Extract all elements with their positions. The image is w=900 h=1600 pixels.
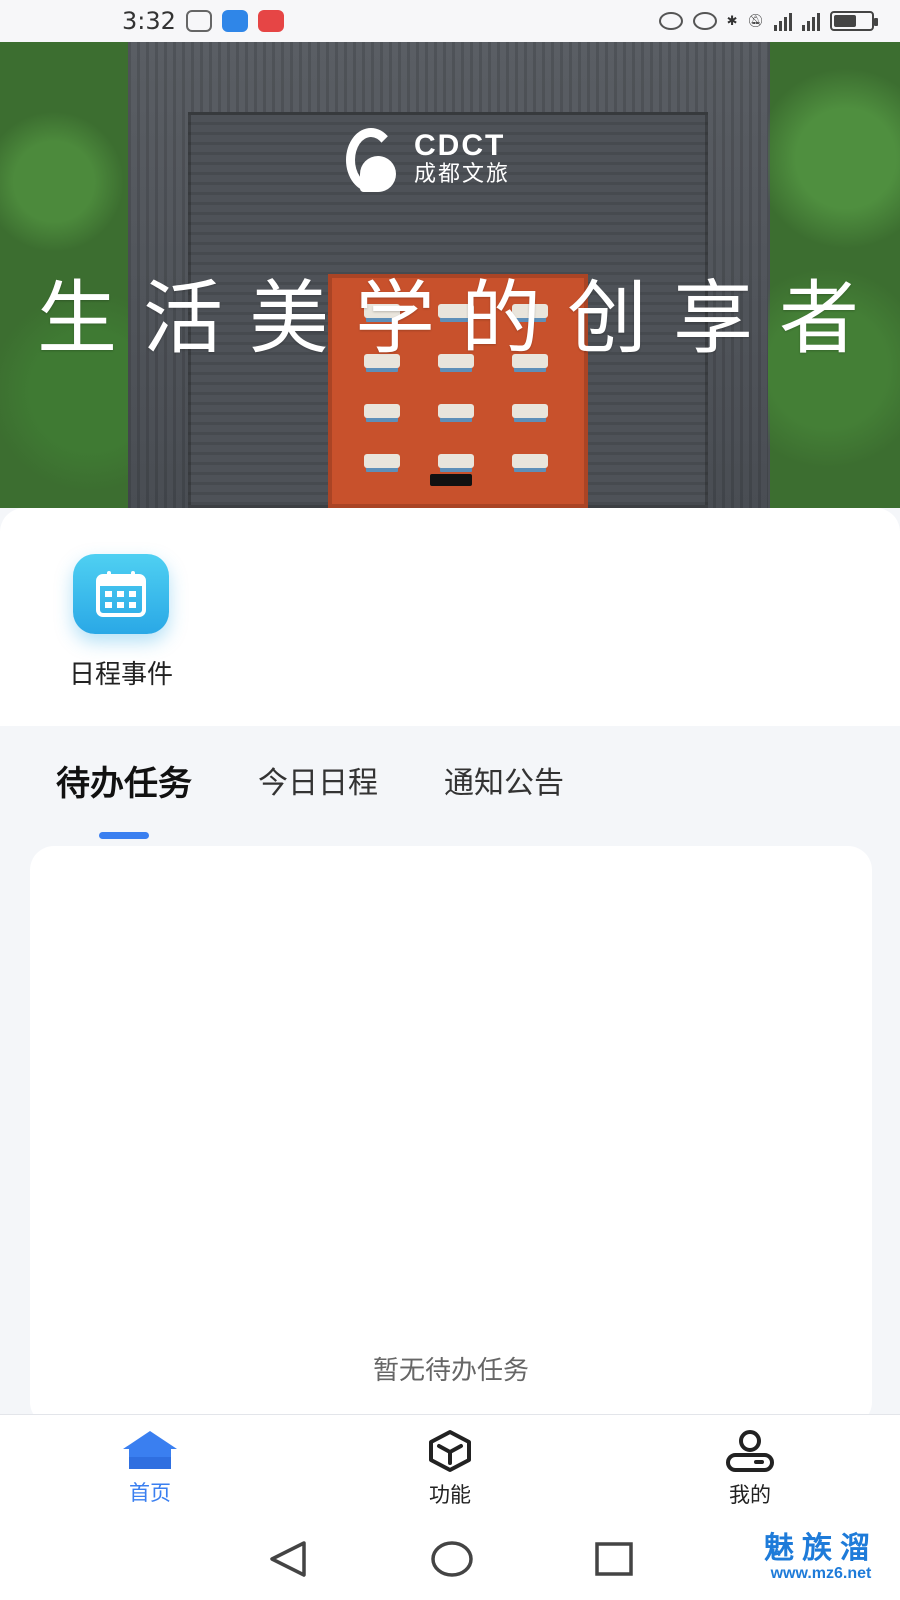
quick-apps: 日程事件 [0, 508, 900, 726]
nav-mine[interactable]: 我的 [600, 1415, 900, 1518]
banner-detail [364, 404, 400, 418]
watermark-url: www.mz6.net [770, 1565, 872, 1582]
status-right: ✱ 🔕︎ [658, 11, 878, 31]
calendar-icon [73, 554, 169, 634]
carousel-indicator [430, 474, 472, 486]
tab-notices-label: 通知公告 [444, 766, 564, 801]
quick-app-schedule[interactable]: 日程事件 [56, 554, 186, 691]
nav-functions[interactable]: 功能 [300, 1415, 600, 1518]
nav-mine-label: 我的 [729, 1483, 771, 1507]
banner-detail [512, 454, 548, 468]
reader-notification-icon [257, 10, 284, 32]
logo-name: CDCT [414, 129, 506, 162]
cube-icon [429, 1430, 471, 1472]
hero-banner[interactable]: CDCT 成都文旅 生活美学的创享者 [0, 42, 900, 508]
banner-detail [512, 404, 548, 418]
tab-today-schedule[interactable]: 今日日程 [258, 758, 378, 810]
status-left: 3:32 [122, 7, 284, 35]
tab-active-indicator [99, 831, 149, 839]
bottom-nav: 首页 功能 我的 [0, 1414, 900, 1518]
tab-notices[interactable]: 通知公告 [444, 758, 564, 810]
signal-icon-2 [802, 11, 820, 31]
status-bar: 3:32 ✱ 🔕︎ [0, 0, 900, 42]
nav-home-label: 首页 [129, 1481, 171, 1505]
todo-list-panel: 暂无待办任务 [30, 846, 872, 1426]
watermark: 魅族溜 www.mz6.net [764, 1534, 878, 1582]
tab-today-schedule-label: 今日日程 [258, 766, 378, 801]
mute-icon: 🔕︎ [747, 13, 764, 29]
app-screen: 3:32 ✱ 🔕︎ CDCT 成都文旅 生活美学的创享者 日程事件 待办任务 今… [0, 0, 900, 1600]
tab-bar: 待办任务 今日日程 通知公告 [0, 726, 900, 842]
nav-functions-label: 功能 [429, 1483, 471, 1507]
nav-home[interactable]: 首页 [0, 1415, 300, 1518]
user-icon [726, 1430, 774, 1472]
battery-icon [830, 11, 878, 31]
logo-subtitle: 成都文旅 [414, 162, 511, 187]
banner-detail [438, 454, 474, 468]
empty-state-text: 暂无待办任务 [372, 1356, 529, 1386]
notification-icon [185, 10, 212, 32]
back-icon[interactable] [266, 1539, 310, 1579]
tab-todo[interactable]: 待办任务 [56, 756, 192, 839]
banner-detail [364, 454, 400, 468]
home-icon [123, 1431, 177, 1469]
tab-todo-label: 待办任务 [56, 763, 192, 804]
cdct-logo: CDCT 成都文旅 [342, 122, 510, 196]
banner-slogan: 生活美学的创享者 [37, 272, 885, 365]
alarm-icon [692, 12, 717, 30]
banner-detail [438, 404, 474, 418]
bluetooth-icon: ✱ [726, 13, 738, 29]
quick-app-label: 日程事件 [68, 660, 173, 690]
status-time: 3:32 [122, 7, 176, 35]
cdct-logo-text: CDCT 成都文旅 [414, 130, 510, 188]
cdct-logo-mark [342, 122, 400, 196]
eye-icon [658, 12, 683, 30]
watermark-title: 魅族溜 [764, 1531, 878, 1566]
app-notification-icon [221, 10, 248, 32]
signal-icon [774, 11, 792, 31]
home-circle-icon[interactable] [430, 1539, 474, 1579]
recents-icon[interactable] [594, 1541, 634, 1577]
